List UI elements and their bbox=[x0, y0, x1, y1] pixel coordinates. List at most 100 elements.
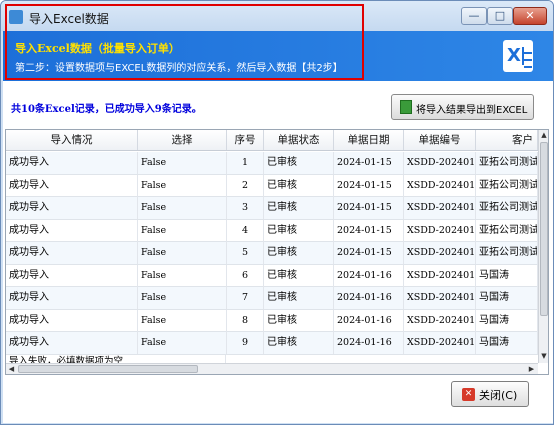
content-panel: 共10条Excel记录，已成功导入9条记录。 将导入结果导出到EXCEL 导入情… bbox=[3, 81, 553, 423]
scroll-right-icon[interactable]: ▶ bbox=[526, 364, 537, 374]
row-select: False bbox=[138, 242, 227, 264]
row-select: False bbox=[138, 309, 227, 332]
import-excel-window: 导入Excel数据 — □ ✕ 导入Excel数据（批量导入订单） 第二步：设置… bbox=[0, 0, 554, 425]
excel-export-icon bbox=[400, 100, 412, 114]
row-doc-status: 已审核 bbox=[264, 174, 334, 197]
row-status: 成功导入 bbox=[6, 219, 138, 242]
row-doc-status: 已审核 bbox=[264, 197, 334, 219]
table-row[interactable]: 成功导入 False 6 已审核 2024-01-16 XSDD-2024011 马国涛 bbox=[6, 264, 538, 287]
table-row[interactable]: 成功导入 False 2 已审核 2024-01-15 XSDD-2024011 亚拓公司测… bbox=[6, 174, 538, 197]
close-icon: ✕ bbox=[462, 388, 475, 401]
column-header-date[interactable]: 单据日期 bbox=[334, 130, 404, 150]
row-customer: 亚拓公司测试 bbox=[476, 174, 538, 197]
export-to-excel-button[interactable]: 将导入结果导出到EXCEL bbox=[391, 94, 534, 120]
row-doc-status: 已审核 bbox=[264, 309, 334, 332]
row-doc-status: 已审核 bbox=[264, 242, 334, 264]
row-number: XSDD-2024011 bbox=[404, 242, 476, 264]
export-button-label: 将导入结果导出到EXCEL bbox=[416, 105, 528, 116]
row-status: 成功导入 bbox=[6, 197, 138, 219]
row-date: 2024-01-16 bbox=[334, 332, 404, 354]
row-customer: 马国涛 bbox=[476, 264, 538, 287]
row-number: XSDD-2024011 bbox=[404, 174, 476, 197]
table-row[interactable]: 成功导入 False 3 已审核 2024-01-15 XSDD-2024011 亚拓公司测… bbox=[6, 197, 538, 220]
row-customer: 亚拓公司测试 bbox=[476, 152, 538, 174]
row-seq: 8 bbox=[227, 309, 264, 332]
row-customer: 亚拓公司测试 bbox=[476, 219, 538, 242]
row-seq: 1 bbox=[227, 152, 264, 174]
red-highlight-annotation bbox=[5, 4, 364, 80]
row-status: 成功导入 bbox=[6, 309, 138, 332]
row-date: 2024-01-16 bbox=[334, 264, 404, 287]
row-date: 2024-01-15 bbox=[334, 152, 404, 174]
row-date: 2024-01-15 bbox=[334, 174, 404, 197]
table-row[interactable]: 成功导入 False 7 已审核 2024-01-16 XSDD-2024011 马国涛 bbox=[6, 287, 538, 310]
row-select: False bbox=[138, 219, 227, 242]
row-status: 成功导入 bbox=[6, 287, 138, 309]
row-seq: 3 bbox=[227, 197, 264, 219]
row-customer: 马国涛 bbox=[476, 332, 538, 354]
row-date: 2024-01-15 bbox=[334, 242, 404, 264]
row-select: False bbox=[138, 197, 227, 219]
row-doc-status: 已审核 bbox=[264, 264, 334, 287]
row-customer: 亚拓公司测试 bbox=[476, 242, 538, 264]
row-select: False bbox=[138, 174, 227, 197]
row-seq: 2 bbox=[227, 174, 264, 197]
column-header-status[interactable]: 导入情况 bbox=[6, 130, 138, 150]
horizontal-scrollbar[interactable]: ◀ ▶ bbox=[6, 363, 538, 374]
row-customer: 亚拓公司测试 bbox=[476, 197, 538, 219]
vertical-scrollbar[interactable]: ▲ ▼ bbox=[538, 130, 548, 363]
row-date: 2024-01-16 bbox=[334, 287, 404, 309]
excel-logo-letter: X bbox=[507, 45, 521, 66]
column-header-customer[interactable]: 客户 bbox=[476, 130, 538, 150]
row-doc-status: 已审核 bbox=[264, 219, 334, 242]
table-row[interactable]: 成功导入 False 1 已审核 2024-01-15 XSDD-2024011 亚拓公司测… bbox=[6, 152, 538, 175]
close-button[interactable]: ✕ 关闭(C) bbox=[451, 381, 529, 407]
column-header-doc-status[interactable]: 单据状态 bbox=[264, 130, 334, 150]
scroll-left-icon[interactable]: ◀ bbox=[6, 364, 17, 374]
scroll-down-icon[interactable]: ▼ bbox=[539, 351, 548, 362]
minimize-button[interactable]: — bbox=[461, 7, 487, 25]
row-number: XSDD-2024011 bbox=[404, 219, 476, 242]
scroll-up-icon[interactable]: ▲ bbox=[539, 130, 548, 141]
row-select: False bbox=[138, 287, 227, 309]
row-doc-status: 已审核 bbox=[264, 152, 334, 174]
horizontal-scroll-thumb[interactable] bbox=[18, 365, 198, 373]
row-status: 成功导入 bbox=[6, 332, 138, 354]
row-seq: 4 bbox=[227, 219, 264, 242]
column-header-seq[interactable]: 序号 bbox=[227, 130, 264, 150]
row-customer: 马国涛 bbox=[476, 287, 538, 309]
table-row[interactable]: 成功导入 False 9 已审核 2024-01-16 XSDD-2024011 马国涛 bbox=[6, 332, 538, 355]
table-header: 导入情况 选择 序号 单据状态 单据日期 单据编号 客户 bbox=[6, 130, 538, 151]
row-select: False bbox=[138, 152, 227, 174]
row-number: XSDD-2024011 bbox=[404, 309, 476, 332]
row-status: 成功导入 bbox=[6, 174, 138, 197]
row-date: 2024-01-16 bbox=[334, 309, 404, 332]
row-status: 成功导入 bbox=[6, 242, 138, 264]
row-number: XSDD-2024011 bbox=[404, 332, 476, 354]
table-row[interactable]: 成功导入 False 4 已审核 2024-01-15 XSDD-2024011 亚拓公司测… bbox=[6, 219, 538, 242]
row-doc-status: 已审核 bbox=[264, 332, 334, 354]
row-doc-status: 已审核 bbox=[264, 287, 334, 309]
row-number: XSDD-2024011 bbox=[404, 264, 476, 287]
table-row[interactable]: 成功导入 False 8 已审核 2024-01-16 XSDD-2024011 马国涛 bbox=[6, 309, 538, 332]
row-select: False bbox=[138, 264, 227, 287]
column-header-number[interactable]: 单据编号 bbox=[404, 130, 476, 150]
row-number: XSDD-2024011 bbox=[404, 197, 476, 219]
row-seq: 5 bbox=[227, 242, 264, 264]
result-table[interactable]: 导入情况 选择 序号 单据状态 单据日期 单据编号 客户 成功导入 False 1 已… bbox=[5, 129, 549, 375]
row-date: 2024-01-15 bbox=[334, 197, 404, 219]
import-summary: 共10条Excel记录，已成功导入9条记录。 bbox=[11, 104, 202, 115]
close-button-label: 关闭(C) bbox=[479, 389, 518, 402]
row-seq: 9 bbox=[227, 332, 264, 354]
row-select: False bbox=[138, 332, 227, 354]
window-close-button[interactable]: ✕ bbox=[513, 7, 547, 25]
maximize-button[interactable]: □ bbox=[487, 7, 513, 25]
row-customer: 马国涛 bbox=[476, 309, 538, 332]
row-status: 成功导入 bbox=[6, 264, 138, 287]
row-status: 成功导入 bbox=[6, 152, 138, 174]
row-seq: 7 bbox=[227, 287, 264, 309]
table-row[interactable]: 成功导入 False 5 已审核 2024-01-15 XSDD-2024011 亚拓公司测… bbox=[6, 242, 538, 265]
vertical-scroll-thumb[interactable] bbox=[540, 142, 548, 316]
column-header-select[interactable]: 选择 bbox=[138, 130, 227, 150]
row-seq: 6 bbox=[227, 264, 264, 287]
